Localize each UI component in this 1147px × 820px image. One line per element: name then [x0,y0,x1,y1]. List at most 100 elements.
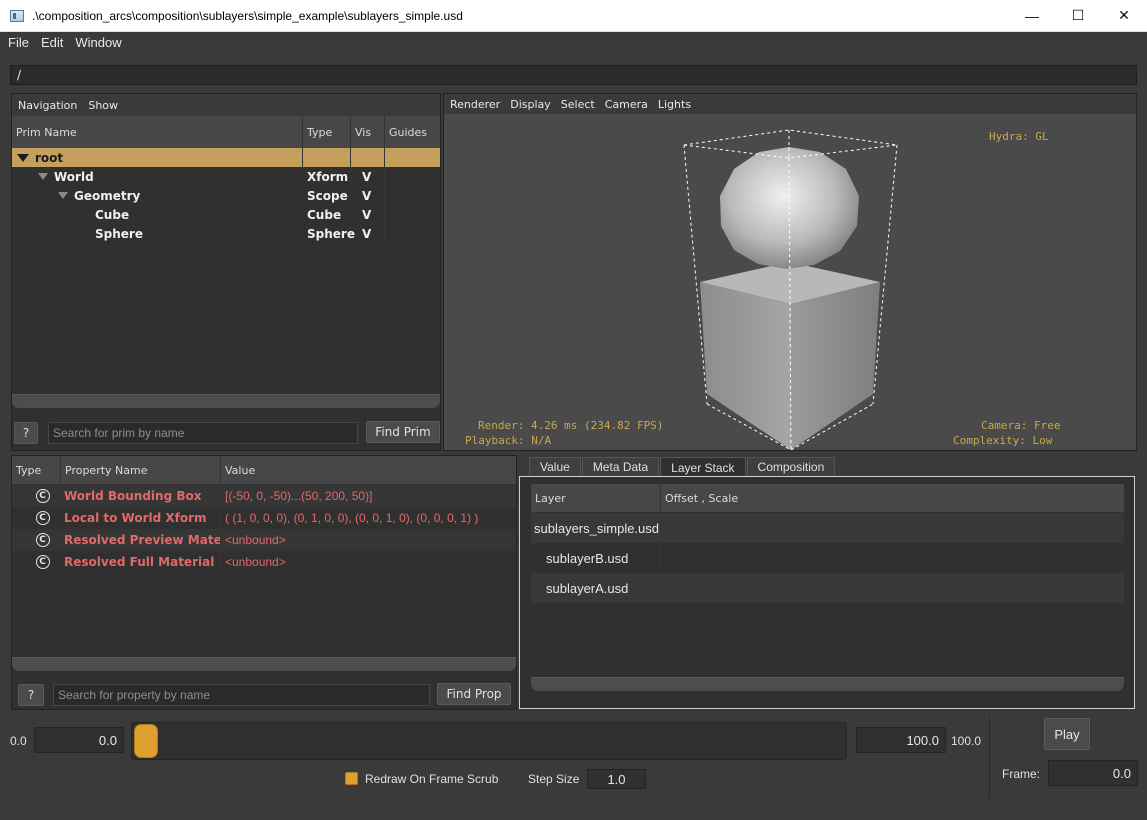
prim-search-input[interactable]: Search for prim by name [48,422,358,444]
find-prop-button[interactable]: Find Prop [437,683,511,705]
layer-row[interactable]: sublayerA.usd [531,573,1124,603]
prim-vis[interactable]: V [351,205,385,224]
layer-stack-scrollbar[interactable] [531,677,1124,691]
column-type[interactable]: Type [303,116,351,148]
frame-slider[interactable] [131,722,847,760]
menu-camera[interactable]: Camera [599,98,652,111]
column-type[interactable]: Type [12,456,61,484]
close-button[interactable]: ✕ [1101,0,1147,32]
computed-icon: C [35,533,50,547]
layer-name: sublayerB.usd [531,543,661,573]
property-value: [(-50, 0, -50)...(50, 200, 50)] [225,489,373,503]
hud-renderer: Hydra: GL [989,130,1049,143]
column-value[interactable]: Value [221,456,516,484]
prim-name: Cube [95,207,130,222]
column-offset-scale[interactable]: Offset , Scale [661,484,1124,512]
layer-offset [661,573,1124,603]
layer-offset [661,543,1124,573]
tab-composition[interactable]: Composition [746,457,836,476]
prim-tree-scrollbar[interactable] [12,394,440,408]
property-help-button[interactable]: ? [18,684,44,706]
collapse-triangle-icon[interactable] [17,153,29,162]
tab-value[interactable]: Value [529,457,581,476]
layer-name: sublayerA.usd [531,573,661,603]
menu-edit[interactable]: Edit [33,35,67,50]
property-scrollbar[interactable] [12,657,516,671]
layer-row[interactable]: sublayerB.usd [531,543,1124,573]
minimize-button[interactable]: — [1009,0,1055,32]
prim-name: Geometry [74,188,141,203]
property-name: Resolved Preview Material [61,529,221,551]
property-value: <unbound> [225,555,286,569]
prim-vis[interactable]: V [351,186,385,205]
step-size-input[interactable]: 1.0 [587,769,646,789]
tab-layer-stack[interactable]: Layer Stack [660,457,746,477]
menu-renderer[interactable]: Renderer [444,98,504,111]
title-bar: .\composition_arcs\composition\sublayers… [0,0,1147,32]
prim-type: Cube [303,205,351,224]
prim-vis[interactable] [351,148,385,167]
layer-stack-panel: Layer Offset , Scale sublayers_simple.us… [519,476,1135,709]
tree-row-world[interactable]: World Xform V [12,167,440,186]
menu-lights[interactable]: Lights [652,98,695,111]
layer-name: sublayers_simple.usd [531,513,661,543]
hud-render-time: Render: 4.26 ms (234.82 FPS) [478,419,664,432]
property-search-input[interactable]: Search for property by name [53,684,430,706]
start-frame-input[interactable]: 0.0 [34,727,124,753]
play-button[interactable]: Play [1044,718,1090,750]
find-prim-button[interactable]: Find Prim [366,421,440,443]
prim-type: Scope [303,186,351,205]
scene-render[interactable] [444,114,1136,450]
menu-show[interactable]: Show [82,99,123,112]
hud-camera: Camera: Free [981,419,1061,432]
prim-vis[interactable]: V [351,167,385,186]
window-title: .\composition_arcs\composition\sublayers… [32,8,463,23]
column-vis[interactable]: Vis [351,116,385,148]
prim-name: Sphere [95,226,143,241]
property-value: <unbound> [225,533,286,547]
collapse-triangle-icon[interactable] [38,173,48,180]
menu-window[interactable]: Window [67,35,125,50]
menu-file[interactable]: File [0,35,33,50]
column-prim-name[interactable]: Prim Name [12,116,303,148]
menu-navigation[interactable]: Navigation [12,99,82,112]
computed-icon: C [35,511,50,525]
prim-guides [385,205,440,224]
column-property-name[interactable]: Property Name [61,456,221,484]
prim-path-field[interactable]: / [10,65,1137,85]
viewport-panel[interactable]: Renderer Display Select Camera Lights Hy… [443,93,1137,451]
tab-meta-data[interactable]: Meta Data [581,457,660,476]
tree-row-sphere[interactable]: Sphere Sphere V [12,224,440,243]
maximize-button[interactable]: ☐ [1055,0,1101,32]
prim-vis[interactable]: V [351,224,385,243]
frame-slider-handle[interactable] [134,724,158,758]
prim-guides [385,148,440,167]
tree-row-root[interactable]: root [12,148,440,167]
prim-name: World [54,169,94,184]
property-panel: Type Property Name Value C World Boundin… [11,455,517,710]
menu-select[interactable]: Select [555,98,599,111]
property-row[interactable]: C World Bounding Box [(-50, 0, -50)...(5… [12,485,516,507]
property-header: Type Property Name Value [12,456,516,484]
property-row[interactable]: C Resolved Preview Material <unbound> [12,529,516,551]
column-layer[interactable]: Layer [531,484,661,512]
collapse-triangle-icon[interactable] [58,192,68,199]
property-value: ( (1, 0, 0, 0), (0, 1, 0, 0), (0, 0, 1, … [225,511,479,525]
tree-row-cube[interactable]: Cube Cube V [12,205,440,224]
tree-row-geometry[interactable]: Geometry Scope V [12,186,440,205]
layer-stack-header: Layer Offset , Scale [531,484,1124,512]
start-frame-label: 0.0 [10,734,27,748]
frame-input[interactable]: 0.0 [1048,760,1138,786]
property-name: Resolved Full Material [61,551,221,573]
menu-display[interactable]: Display [504,98,555,111]
end-frame-input[interactable]: 100.0 [856,727,946,753]
hud-playback: Playback: N/A [465,434,552,447]
property-name: World Bounding Box [61,485,221,507]
redraw-checkbox[interactable] [345,772,358,785]
property-row[interactable]: C Resolved Full Material <unbound> [12,551,516,573]
column-guides[interactable]: Guides [385,116,440,148]
property-row[interactable]: C Local to World Xform ( (1, 0, 0, 0), (… [12,507,516,529]
prim-tree-header: Prim Name Type Vis Guides [12,116,440,148]
layer-row[interactable]: sublayers_simple.usd [531,513,1124,543]
prim-help-button[interactable]: ? [14,422,38,444]
